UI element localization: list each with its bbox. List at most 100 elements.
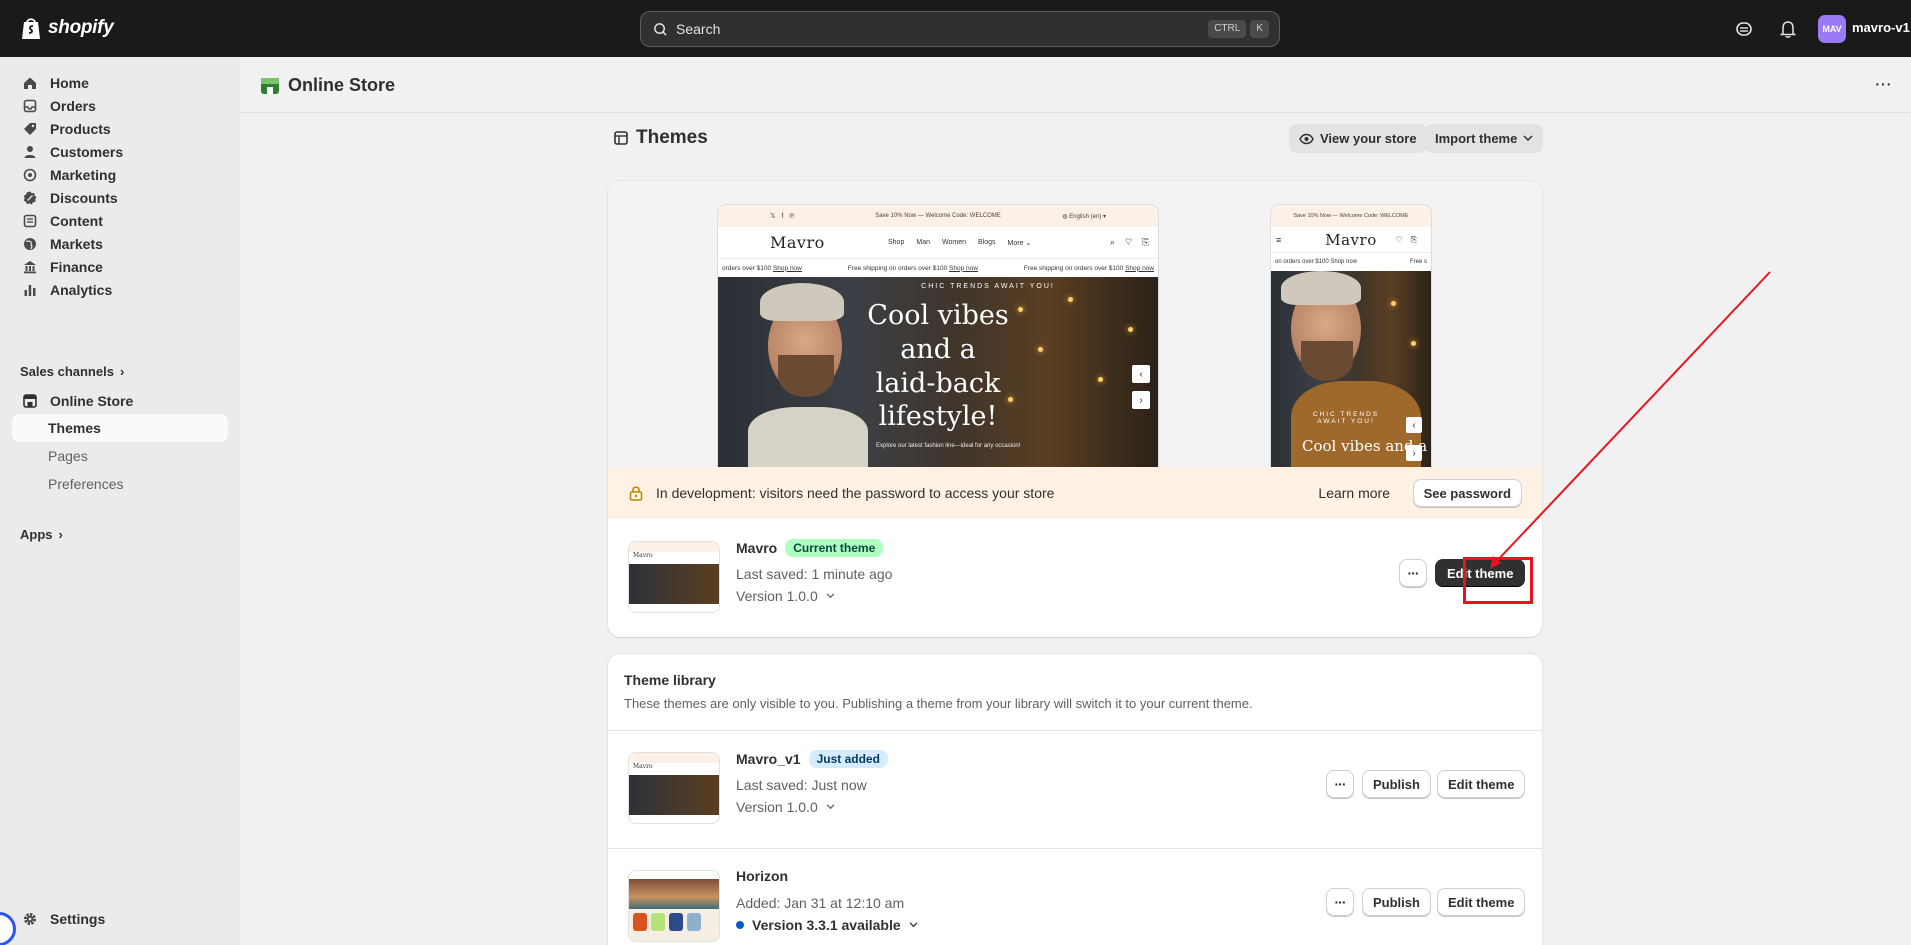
sidebar-item-online-store[interactable]: Online Store [12, 387, 228, 415]
sidebar-item-label: Online Store [50, 393, 134, 409]
kbd-k: K [1250, 20, 1269, 38]
theme-thumbnail[interactable]: Mavro [628, 541, 720, 613]
preview-hero-kicker: CHIC TRENDS AWAIT YOU! [921, 283, 1055, 290]
preview-nav-link-text: More [1007, 239, 1024, 247]
update-dot [736, 921, 744, 929]
theme-thumbnail[interactable]: Mavro [628, 752, 720, 824]
theme-name: Mavro_v1 Just added [736, 750, 888, 768]
more-actions-icon[interactable]: ··· [1874, 73, 1892, 96]
preview-hero-image: CHIC TRENDS AWAIT YOU! Cool vibes and a … [718, 277, 1158, 467]
preview-strip-a: orders over $100 Shop now [722, 265, 802, 272]
view-store-button[interactable]: View your store [1289, 124, 1427, 153]
chevron-right-icon: › [119, 364, 125, 379]
preview-language-text: English (en) [1069, 213, 1102, 220]
theme-more-button[interactable]: ··· [1326, 770, 1354, 798]
theme-version-text: Version 1.0.0 [736, 799, 818, 815]
mobile-strip: on orders over $100 Shop now Free s [1271, 253, 1431, 271]
thumb-product [669, 913, 683, 931]
theme-more-button[interactable]: ··· [1326, 888, 1354, 916]
theme-icon [614, 131, 628, 145]
shopify-logo[interactable]: shopify [20, 16, 114, 40]
mobile-brand: Mavro [1325, 230, 1377, 249]
mobile-hero-image: CHIC TRENDS AWAIT YOU! Cool vibes and a … [1271, 271, 1431, 467]
sidebar-item-preferences[interactable]: Preferences [12, 470, 228, 498]
preview-next-arrow: › [1132, 391, 1150, 409]
see-password-button[interactable]: See password [1412, 479, 1522, 507]
dev-banner-text: In development: visitors need the passwo… [656, 485, 1055, 501]
just-added-badge: Just added [808, 750, 888, 768]
thumb-top [629, 753, 719, 763]
apps-heading[interactable]: Apps › [20, 527, 63, 542]
theme-version-dropdown[interactable]: Version 1.0.0 [736, 588, 835, 604]
kbd-ctrl: CTRL [1208, 20, 1247, 38]
model-cap [1281, 271, 1361, 305]
chevron-down-icon [826, 593, 835, 599]
thumb-hero [629, 879, 719, 909]
learn-more-link[interactable]: Learn more [1318, 485, 1390, 501]
preview-nav-link: Blogs [977, 238, 996, 246]
page-title-text: Online Store [288, 75, 396, 95]
discount-icon [22, 190, 38, 206]
sidebar-item-pages[interactable]: Pages [12, 442, 228, 470]
sidebar-item-label: Markets [50, 236, 103, 252]
edit-theme-button[interactable]: Edit theme [1437, 770, 1526, 798]
sidebar: Home Orders Products Customers Marketing… [0, 57, 240, 945]
content-icon [22, 213, 38, 229]
sales-channels-heading[interactable]: Sales channels › [20, 364, 124, 379]
tag-icon [22, 121, 38, 137]
chevron-right-icon: › [58, 527, 63, 542]
search-bar[interactable]: Search CTRL K [640, 11, 1280, 47]
sidebar-item-analytics[interactable]: Analytics [12, 276, 228, 304]
hero-line: laid-back [875, 367, 1001, 399]
preview-shop-now: Shop now [1125, 264, 1154, 272]
bokeh-light [1391, 301, 1396, 306]
preview-shop-now: Shop now [772, 264, 802, 272]
edit-theme-button[interactable]: Edit theme [1437, 888, 1526, 916]
sidebar-item-label: Content [50, 213, 103, 229]
avatar[interactable]: MAV [1818, 15, 1846, 43]
chevron-down-icon [909, 922, 918, 928]
sidebar-item-label: Customers [50, 144, 124, 160]
publish-button[interactable]: Publish [1362, 888, 1431, 916]
page-header: Online Store ··· [240, 57, 1911, 113]
preview-language: ◍ English (en) ▾ [1062, 213, 1106, 220]
keyboard-shortcut: CTRL K [1208, 20, 1269, 38]
thumb-top [629, 871, 719, 879]
sidebar-item-label: Marketing [50, 167, 117, 183]
theme-preview[interactable]: 𝕏 f ℗ Save 10% Now — Welcome Code: WELCO… [608, 181, 1542, 467]
theme-version-text: Version 1.0.0 [736, 588, 818, 604]
model-cap [760, 283, 844, 321]
sidebar-item-settings[interactable]: Settings [12, 905, 228, 933]
thumb-top [629, 542, 719, 552]
theme-version-text: Version 3.3.1 available [752, 917, 901, 933]
bar-chart-icon [22, 282, 38, 298]
preview-nav: Mavro Shop Man Women Blogs More ⌄ ⌕♡⎘ⓐ [718, 227, 1158, 259]
sidebar-item-themes[interactable]: Themes [12, 414, 228, 442]
preview-strip-b-text: Free shipping on orders over $100 [847, 264, 948, 272]
current-theme-badge: Current theme [785, 539, 884, 557]
library-description: These themes are only visible to you. Pu… [624, 696, 1253, 711]
bell-icon[interactable] [1777, 18, 1799, 40]
theme-update-dropdown[interactable]: Version 3.3.1 available [736, 917, 918, 933]
theme-thumbnail[interactable] [628, 870, 720, 942]
publish-button[interactable]: Publish [1362, 770, 1431, 798]
sidebar-item-label: Orders [50, 98, 96, 114]
chevron-down-icon [826, 804, 835, 810]
theme-more-button[interactable]: ··· [1399, 559, 1427, 587]
store-name[interactable]: mavro-v1 [1852, 20, 1910, 35]
thumb-product [687, 913, 701, 931]
theme-name-text: Mavro_v1 [736, 751, 801, 767]
sidekick-icon[interactable] [1733, 18, 1755, 40]
dev-banner: In development: visitors need the passwo… [608, 467, 1542, 519]
import-theme-button[interactable]: Import theme [1425, 124, 1544, 153]
model-beard [778, 355, 834, 397]
preview-hero-headline: Cool vibes and a laid-back lifestyle! [848, 299, 1028, 434]
thumb-brand: Mavro [629, 552, 719, 564]
themes-heading: Themes [614, 127, 708, 149]
theme-name-text: Horizon [736, 868, 789, 884]
preview-shipping-strip: orders over $100 Shop now Free shipping … [718, 259, 1158, 277]
thumb-hero [629, 564, 719, 604]
model-beard [1301, 341, 1353, 381]
sidebar-item-label: Settings [50, 911, 106, 927]
theme-version-dropdown[interactable]: Version 1.0.0 [736, 799, 835, 815]
